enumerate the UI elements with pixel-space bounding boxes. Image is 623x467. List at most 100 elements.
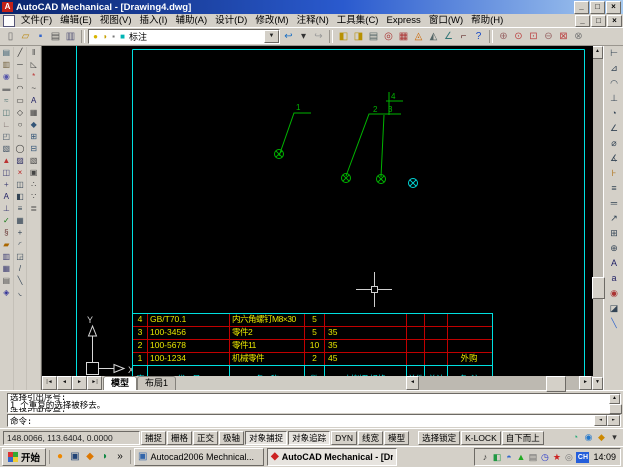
dim-arc-icon[interactable]: ◠ (606, 76, 622, 91)
status-toggle-button[interactable]: 选择锁定 (418, 430, 461, 445)
dim-update-icon[interactable]: ◉ (606, 286, 622, 301)
am-spring-icon[interactable]: ≈ (0, 95, 12, 107)
tolerance-icon[interactable]: ⊞ (606, 226, 622, 241)
scroll-up-button[interactable]: ▲ (592, 46, 603, 59)
horizontal-scrollbar[interactable]: ◄ ► (406, 376, 592, 392)
menu-item[interactable]: Express (382, 14, 424, 27)
show-desktop-icon[interactable]: ▣ (69, 451, 81, 463)
tab-last-button[interactable]: ►| (87, 376, 102, 390)
properties-icon[interactable]: ≣ (28, 203, 40, 215)
arc-icon[interactable]: ◠ (14, 83, 26, 95)
am-power-edit-icon[interactable]: ◨ (351, 29, 366, 44)
vertical-scroll-thumb[interactable] (592, 277, 605, 299)
zoom-window-icon[interactable]: ⊡ (526, 29, 541, 44)
close-button[interactable]: × (606, 0, 621, 14)
antivirus-icon[interactable]: ◗ (99, 451, 111, 463)
am-screw-calc-icon[interactable]: ▥ (0, 59, 12, 71)
am-fea-icon[interactable]: ▲ (0, 155, 12, 167)
messenger-icon[interactable]: ◓ (503, 451, 514, 463)
copy-icon[interactable]: ◫ (14, 179, 26, 191)
measure-icon[interactable]: ∴ (28, 179, 40, 191)
menu-item[interactable]: 注释(N) (293, 14, 333, 27)
pan-icon[interactable]: ⊕ (496, 29, 511, 44)
status-toggle-button[interactable]: DYN (331, 430, 358, 445)
status-toggle-button[interactable]: 对象捕捉 (245, 430, 288, 445)
am-bearing-icon[interactable]: ◫ (0, 107, 12, 119)
help-icon[interactable]: ? (471, 29, 486, 44)
command-scroll-right-button[interactable]: ► (607, 415, 620, 426)
open-icon[interactable]: ▱ (18, 29, 33, 44)
status-toggle-button[interactable]: 正交 (193, 430, 219, 445)
menu-item[interactable]: 窗口(W) (425, 14, 467, 27)
am-shaft-generator-icon[interactable]: ▬ (0, 83, 12, 95)
status-toggle-button[interactable]: K-LOCK (461, 430, 501, 445)
am-revision-icon[interactable]: § (0, 227, 12, 239)
language-indicator[interactable]: CH (576, 451, 590, 463)
am-today-icon[interactable]: ◔ (570, 432, 581, 443)
vertical-scrollbar[interactable]: ▲ ▼ (592, 46, 605, 390)
redo-icon[interactable]: ↪ (311, 29, 326, 44)
menu-item[interactable]: 插入(I) (135, 14, 171, 27)
horizontal-scroll-track[interactable] (419, 376, 579, 392)
communication-center-icon[interactable]: ◉ (583, 432, 594, 443)
array-icon[interactable]: ▦ (14, 215, 26, 227)
doc-minimize-button[interactable]: _ (575, 14, 590, 27)
update-shield-icon[interactable]: ▲ (515, 451, 526, 463)
pedit-icon[interactable]: ~ (28, 83, 40, 95)
tab-next-button[interactable]: ► (72, 376, 87, 390)
status-toggle-button[interactable]: 模型 (384, 430, 410, 445)
dim-radius-icon[interactable]: ◔ (606, 106, 622, 121)
model-tab[interactable]: 模型 (103, 376, 138, 390)
menu-item[interactable]: 设计(D) (211, 14, 251, 27)
am-check-icon[interactable]: ✓ (0, 215, 12, 227)
am-power-snap-icon[interactable]: + (0, 179, 12, 191)
start-button[interactable]: 开始 (2, 448, 47, 466)
new-icon[interactable]: ▯ (3, 29, 18, 44)
menu-item[interactable]: 辅助(A) (171, 14, 211, 27)
command-scroll-thumb[interactable] (609, 404, 622, 414)
region-icon[interactable]: ▣ (28, 167, 40, 179)
am-viewport-icon[interactable]: ▦ (0, 263, 12, 275)
status-toggle-button[interactable]: 极轴 (219, 430, 245, 445)
dim-angular-icon[interactable]: ∡ (606, 151, 622, 166)
hatch-edit-icon[interactable]: ▧ (28, 155, 40, 167)
menu-item[interactable]: 修改(M) (251, 14, 292, 27)
status-toggle-button[interactable]: 对象追踪 (288, 430, 331, 445)
am-content-library-icon[interactable]: ▤ (0, 47, 12, 59)
coordinates-display[interactable]: 148.0066, 113.6404, 0.0000 (3, 430, 140, 445)
task-autocad-setup[interactable]: ▣ Autocad2006 Mechnical... (134, 448, 265, 466)
construction-line-icon[interactable]: ─ (14, 59, 26, 71)
explode-icon[interactable]: * (28, 71, 40, 83)
polyline-icon[interactable]: ∟ (14, 71, 26, 83)
vertical-scroll-track[interactable] (592, 59, 605, 377)
insert-block-icon[interactable]: ⊞ (28, 131, 40, 143)
plot-preview-icon[interactable]: ▥ (63, 29, 78, 44)
draw-order-icon[interactable]: ╲ (606, 316, 622, 331)
dim-baseline-icon[interactable]: ≡ (606, 181, 622, 196)
am-steel-shapes-icon[interactable]: ∟ (0, 119, 12, 131)
doc-close-button[interactable]: × (607, 14, 622, 27)
wblock-icon[interactable]: ⊟ (28, 143, 40, 155)
layout1-tab[interactable]: 布局1 (137, 376, 177, 390)
quicklaunch-more-icon[interactable]: » (114, 451, 126, 463)
zoom-realtime-icon[interactable]: ⊙ (511, 29, 526, 44)
am-options-icon[interactable]: ◈ (0, 287, 12, 299)
am-power-dimension-icon[interactable]: ◧ (336, 29, 351, 44)
horizontal-scroll-thumb[interactable] (546, 376, 566, 392)
fillet-icon[interactable]: ◟ (14, 287, 26, 299)
quick-dim-icon[interactable]: ⊦ (606, 166, 622, 181)
dim-ordinate-icon[interactable]: ⊥ (606, 91, 622, 106)
printer-icon[interactable]: ▤ (527, 451, 538, 463)
task-autocad-mechanical[interactable]: ◆ AutoCAD Mechanical - [Dr... (267, 448, 398, 466)
extend-icon[interactable]: ╲ (14, 275, 26, 287)
scroll-down-button[interactable]: ▼ (592, 377, 603, 390)
menu-item[interactable]: 帮助(H) (467, 14, 507, 27)
am-partlist-icon[interactable]: ▦ (396, 29, 411, 44)
am-library-icon[interactable]: ▥ (0, 251, 12, 263)
line-icon[interactable]: ╱ (14, 47, 26, 59)
status-toggle-button[interactable]: 线宽 (358, 430, 384, 445)
dim-edit-icon[interactable]: A (606, 256, 622, 271)
polygon-icon[interactable]: ◇ (14, 107, 26, 119)
dim-style-icon[interactable]: ◪ (606, 301, 622, 316)
am-screw-connection-icon[interactable]: ◉ (0, 71, 12, 83)
